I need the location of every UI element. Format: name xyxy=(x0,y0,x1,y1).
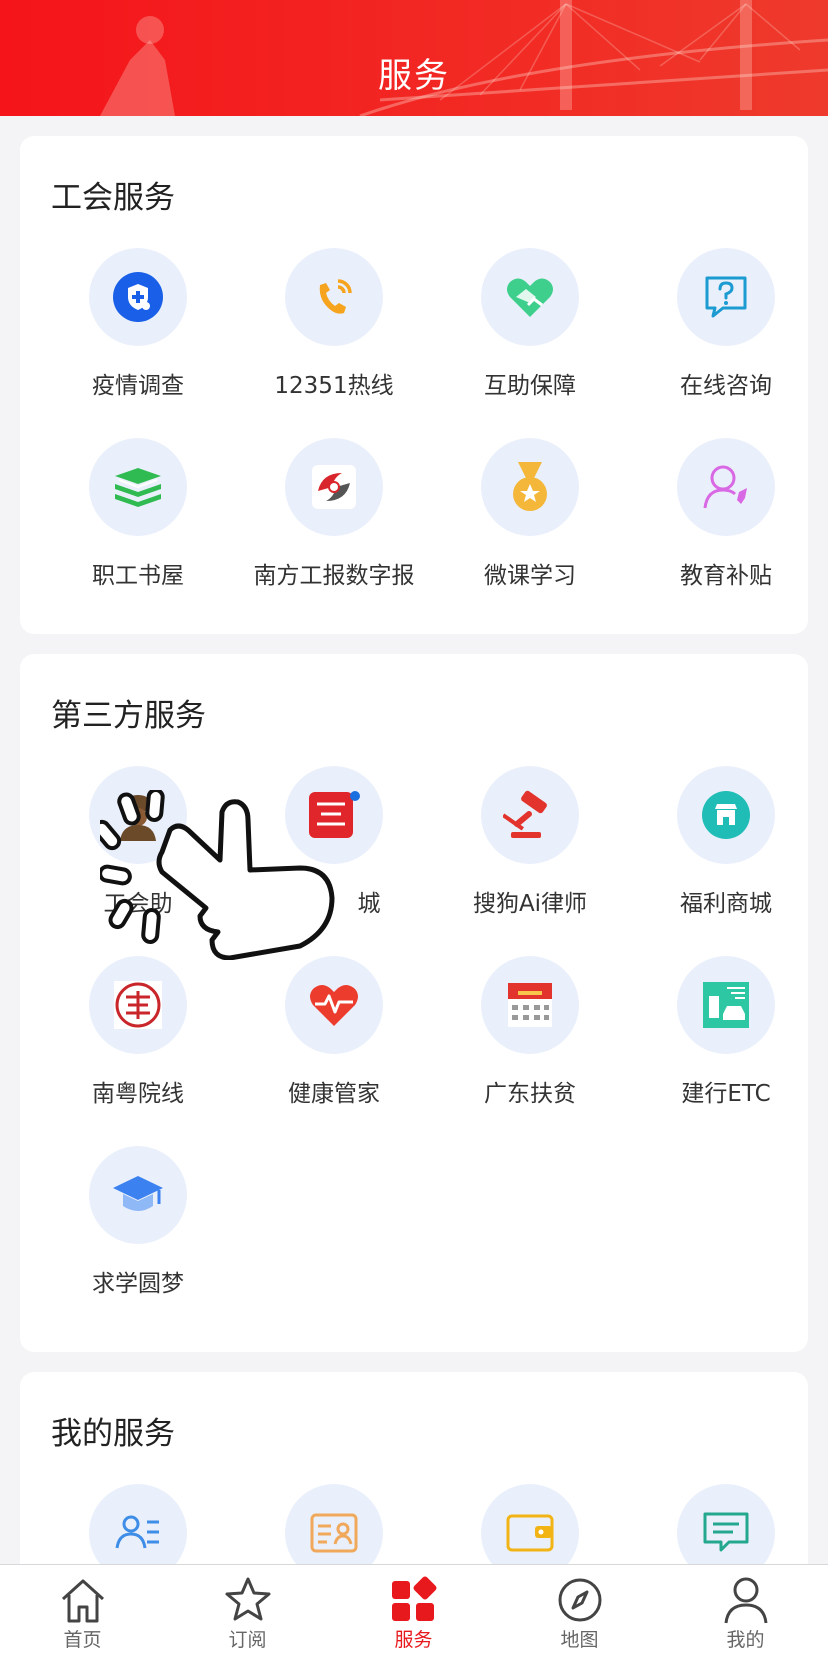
shield-plus-icon xyxy=(113,272,163,322)
service-tile-newspaper[interactable]: 南方工报数字报 xyxy=(236,438,432,598)
service-tile-health[interactable]: 健康管家 xyxy=(236,956,432,1116)
tab-mine[interactable]: 我的 xyxy=(663,1565,828,1654)
grid-diamond-icon xyxy=(392,1576,437,1621)
section-title: 工会服务 xyxy=(51,180,175,216)
service-tile-ai-lawyer[interactable]: 搜狗Ai律师 xyxy=(432,766,628,926)
id-card-icon xyxy=(310,1513,358,1553)
my-services-card: 我的服务 xyxy=(20,1372,808,1592)
compass-icon xyxy=(558,1578,602,1622)
cinema-seal-icon xyxy=(114,981,162,1029)
person-rocket-icon xyxy=(703,465,747,509)
tab-map[interactable]: 地图 xyxy=(497,1565,662,1654)
service-tile-study-dream[interactable]: 求学圆梦 xyxy=(40,1146,236,1306)
section-title: 第三方服务 xyxy=(51,698,206,734)
star-icon xyxy=(225,1577,271,1621)
store-icon xyxy=(702,791,750,839)
bottom-tab-bar: 首页 订阅 服务 地图 我的 xyxy=(0,1564,828,1654)
profile-card-icon xyxy=(115,1515,159,1549)
graduation-cap-icon xyxy=(113,1176,163,1211)
service-tile-edu-subsidy[interactable]: 教育补贴 xyxy=(628,438,824,598)
union-services-card: 工会服务 疫情调查 12351热线 互助保障 在线咨询 职工书屋 南方工报数字报… xyxy=(20,136,808,634)
newspaper-logo-icon xyxy=(312,465,356,509)
poverty-app-icon xyxy=(508,983,552,1027)
service-tile-hotline[interactable]: 12351热线 xyxy=(236,248,432,408)
tap-hand-overlay-icon xyxy=(100,790,335,960)
service-tile-ccb-etc[interactable]: 建行ETC xyxy=(628,956,824,1116)
service-tile-mutual-aid[interactable]: 互助保障 xyxy=(432,248,628,408)
medal-icon xyxy=(513,462,547,511)
service-tile-survey[interactable]: 疫情调查 xyxy=(40,248,236,408)
section-title: 我的服务 xyxy=(51,1416,175,1452)
message-list-icon xyxy=(703,1512,749,1552)
tab-subscribe[interactable]: 订阅 xyxy=(165,1565,330,1654)
tab-services[interactable]: 服务 xyxy=(331,1565,496,1654)
service-tile-bookhouse[interactable]: 职工书屋 xyxy=(40,438,236,598)
etc-car-icon xyxy=(703,982,749,1028)
wallet-icon xyxy=(506,1514,554,1552)
handshake-heart-icon xyxy=(507,278,553,317)
phone-ring-icon xyxy=(319,279,352,314)
service-tile-poverty-relief[interactable]: 广东扶贫 xyxy=(432,956,628,1116)
question-bubble-icon xyxy=(705,276,747,318)
top-header: 服务 xyxy=(0,0,828,116)
tab-home[interactable]: 首页 xyxy=(0,1565,165,1654)
third-party-services-card: 第三方服务 工会助 城 搜狗Ai律师 福利商城 南粤院线 健康管家 广东扶贫 建… xyxy=(20,654,808,1352)
heart-pulse-icon xyxy=(310,985,358,1026)
gavel-icon xyxy=(503,790,547,838)
service-tile-microclass[interactable]: 微课学习 xyxy=(432,438,628,598)
user-icon xyxy=(724,1577,768,1624)
service-tile-welfare-mall[interactable]: 福利商城 xyxy=(628,766,824,926)
page-title: 服务 xyxy=(378,56,450,96)
service-tile-consult[interactable]: 在线咨询 xyxy=(628,248,824,408)
home-icon xyxy=(61,1579,105,1623)
book-stack-icon xyxy=(115,468,161,507)
service-tile-cinema[interactable]: 南粤院线 xyxy=(40,956,236,1116)
